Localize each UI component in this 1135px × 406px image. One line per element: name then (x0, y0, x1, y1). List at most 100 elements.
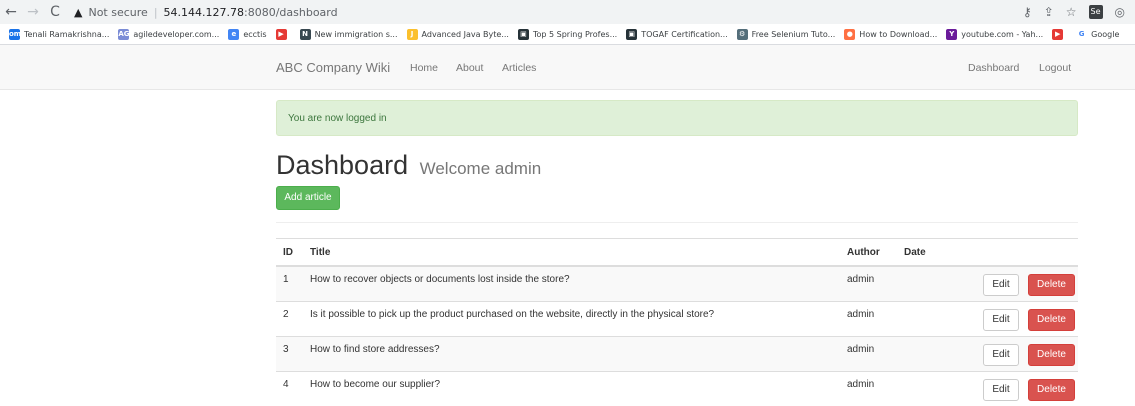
app-navbar: ABC Company Wiki Home About Articles Das… (0, 45, 1135, 90)
table-row: 2 Is it possible to pick up the product … (276, 300, 1078, 336)
edit-button[interactable]: Edit (983, 378, 1019, 401)
header-date: Date (897, 238, 959, 267)
cell-title: How to recover objects or documents lost… (303, 265, 840, 301)
edit-button[interactable]: Edit (983, 343, 1019, 366)
nav-home-link[interactable]: Home (410, 62, 438, 74)
delete-button[interactable]: Delete (1028, 378, 1075, 401)
navbar-brand[interactable]: ABC Company Wiki (276, 60, 390, 75)
bookmark-label: agiledeveloper.com... (133, 29, 220, 39)
cell-id: 2 (276, 300, 303, 336)
bookmark-label: Top 5 Spring Profes... (532, 29, 618, 39)
cell-title: How to become our supplier? (303, 370, 840, 406)
bookmark-label: New immigration s... (314, 29, 398, 39)
bookmark-item[interactable]: om Tenali Ramakrishna... (9, 28, 110, 40)
bookmark-label: youtube.com - Yah... (961, 29, 1044, 39)
success-alert: You are now logged in (276, 100, 1078, 136)
table-row: 1 How to recover objects or documents lo… (276, 265, 1078, 301)
bookmark-favicon-icon: AG (118, 28, 130, 40)
bookmark-favicon-icon: ▶ (275, 28, 287, 40)
bookmark-item[interactable]: ▶ (275, 28, 291, 40)
bookmark-label: ecctis (243, 29, 267, 39)
warning-icon[interactable]: ▲ (74, 6, 82, 19)
cell-title: Is it possible to pick up the product pu… (303, 300, 840, 336)
cell-id: 1 (276, 265, 303, 301)
delete-button[interactable]: Delete (1028, 343, 1075, 366)
table-row: 3 How to find store addresses? admin Edi… (276, 335, 1078, 371)
bookmark-label: Advanced Java Byte... (421, 29, 509, 39)
forward-arrow-icon[interactable]: → (22, 4, 44, 20)
cell-date (897, 300, 959, 336)
bookmark-label: Free Selenium Tuto... (751, 29, 836, 39)
browser-toolbar: ← → C ▲ Not secure | 54.144.127.78 :8080… (0, 0, 1135, 24)
cell-id: 3 (276, 335, 303, 371)
bookmark-item[interactable]: AG agiledeveloper.com... (118, 28, 220, 40)
cell-actions: Edit Delete (959, 370, 1078, 406)
bookmark-item[interactable]: e ecctis (228, 28, 267, 40)
table-header-row: ID Title Author Date (276, 238, 1078, 267)
address-bar[interactable]: Not secure | 54.144.127.78 :8080/dashboa… (88, 6, 337, 19)
edit-button[interactable]: Edit (983, 274, 1019, 296)
nav-dashboard-link[interactable]: Dashboard (968, 62, 1019, 74)
nav-logout-link[interactable]: Logout (1039, 62, 1071, 74)
security-label: Not secure (88, 5, 148, 19)
bookmark-favicon-icon: ▣ (626, 28, 638, 40)
cell-title: How to find store addresses? (303, 335, 840, 371)
bookmark-label: TOGAF Certification... (641, 29, 728, 39)
bookmark-favicon-icon: ▣ (517, 28, 529, 40)
bookmark-label: How to Download... (859, 29, 938, 39)
bookmark-favicon-icon: N (299, 28, 311, 40)
cell-date (897, 265, 959, 301)
cell-actions: Edit Delete (959, 265, 1078, 301)
edit-button[interactable]: Edit (983, 308, 1019, 331)
header-title: Title (303, 238, 840, 267)
url-separator: | (153, 5, 158, 19)
bookmark-label: Tenali Ramakrishna... (24, 29, 110, 39)
key-icon[interactable]: ⚷ (1023, 5, 1032, 19)
bookmark-item[interactable]: N New immigration s... (299, 28, 398, 40)
extension-circle-icon[interactable]: ◎ (1115, 5, 1125, 19)
header-id: ID (276, 238, 303, 267)
table-row: 4 How to become our supplier? admin Edit… (276, 370, 1078, 406)
cell-date (897, 335, 959, 371)
bookmark-item[interactable]: G Google (1076, 28, 1120, 40)
cell-actions: Edit Delete (959, 335, 1078, 371)
cell-author: admin (840, 370, 897, 406)
page-title: Dashboard Welcome admin (276, 150, 541, 181)
cell-author: admin (840, 300, 897, 336)
bookmark-favicon-icon: om (9, 28, 22, 40)
nav-articles-link[interactable]: Articles (502, 62, 536, 74)
bookmark-item[interactable]: ● How to Download... (844, 28, 938, 40)
add-article-button[interactable]: Add article (276, 186, 340, 210)
bookmark-favicon-icon: Y (946, 28, 958, 40)
header-actions (959, 238, 1078, 267)
header-author: Author (840, 238, 897, 267)
divider (276, 222, 1078, 223)
cell-id: 4 (276, 370, 303, 406)
url-host: 54.144.127.78 (163, 5, 245, 19)
bookmark-label: Google (1091, 29, 1120, 39)
welcome-subtitle: Welcome admin (419, 159, 542, 178)
nav-about-link[interactable]: About (456, 62, 483, 74)
extension-icon[interactable]: Se (1088, 5, 1103, 19)
bookmark-item[interactable]: Yyoutube.com - Yah... (946, 28, 1044, 40)
bookmark-item[interactable]: ▣ Top 5 Spring Profes... (517, 28, 618, 40)
alert-text: You are now logged in (288, 113, 387, 124)
bookmark-favicon-icon: e (228, 28, 240, 40)
bookmark-item[interactable]: J Advanced Java Byte... (406, 28, 509, 40)
bookmark-favicon-icon: G (1076, 28, 1088, 40)
cell-actions: Edit Delete (959, 300, 1078, 336)
url-path: :8080/dashboard (244, 5, 338, 19)
bookmark-favicon-icon: ▶ (1052, 28, 1064, 40)
bookmark-favicon-icon: ● (844, 28, 856, 40)
star-icon[interactable]: ☆ (1066, 5, 1077, 19)
bookmark-favicon-icon: J (406, 28, 418, 40)
delete-button[interactable]: Delete (1028, 274, 1075, 296)
cell-author: admin (840, 335, 897, 371)
bookmark-item[interactable]: ⚙ Free Selenium Tuto... (736, 28, 836, 40)
delete-button[interactable]: Delete (1028, 308, 1075, 331)
back-arrow-icon[interactable]: ← (0, 4, 22, 20)
share-icon[interactable]: ⇪ (1044, 5, 1054, 19)
reload-icon[interactable]: C (44, 4, 66, 20)
bookmark-item[interactable]: ▣ TOGAF Certification... (626, 28, 728, 40)
bookmark-item[interactable]: ▶ (1052, 28, 1067, 40)
